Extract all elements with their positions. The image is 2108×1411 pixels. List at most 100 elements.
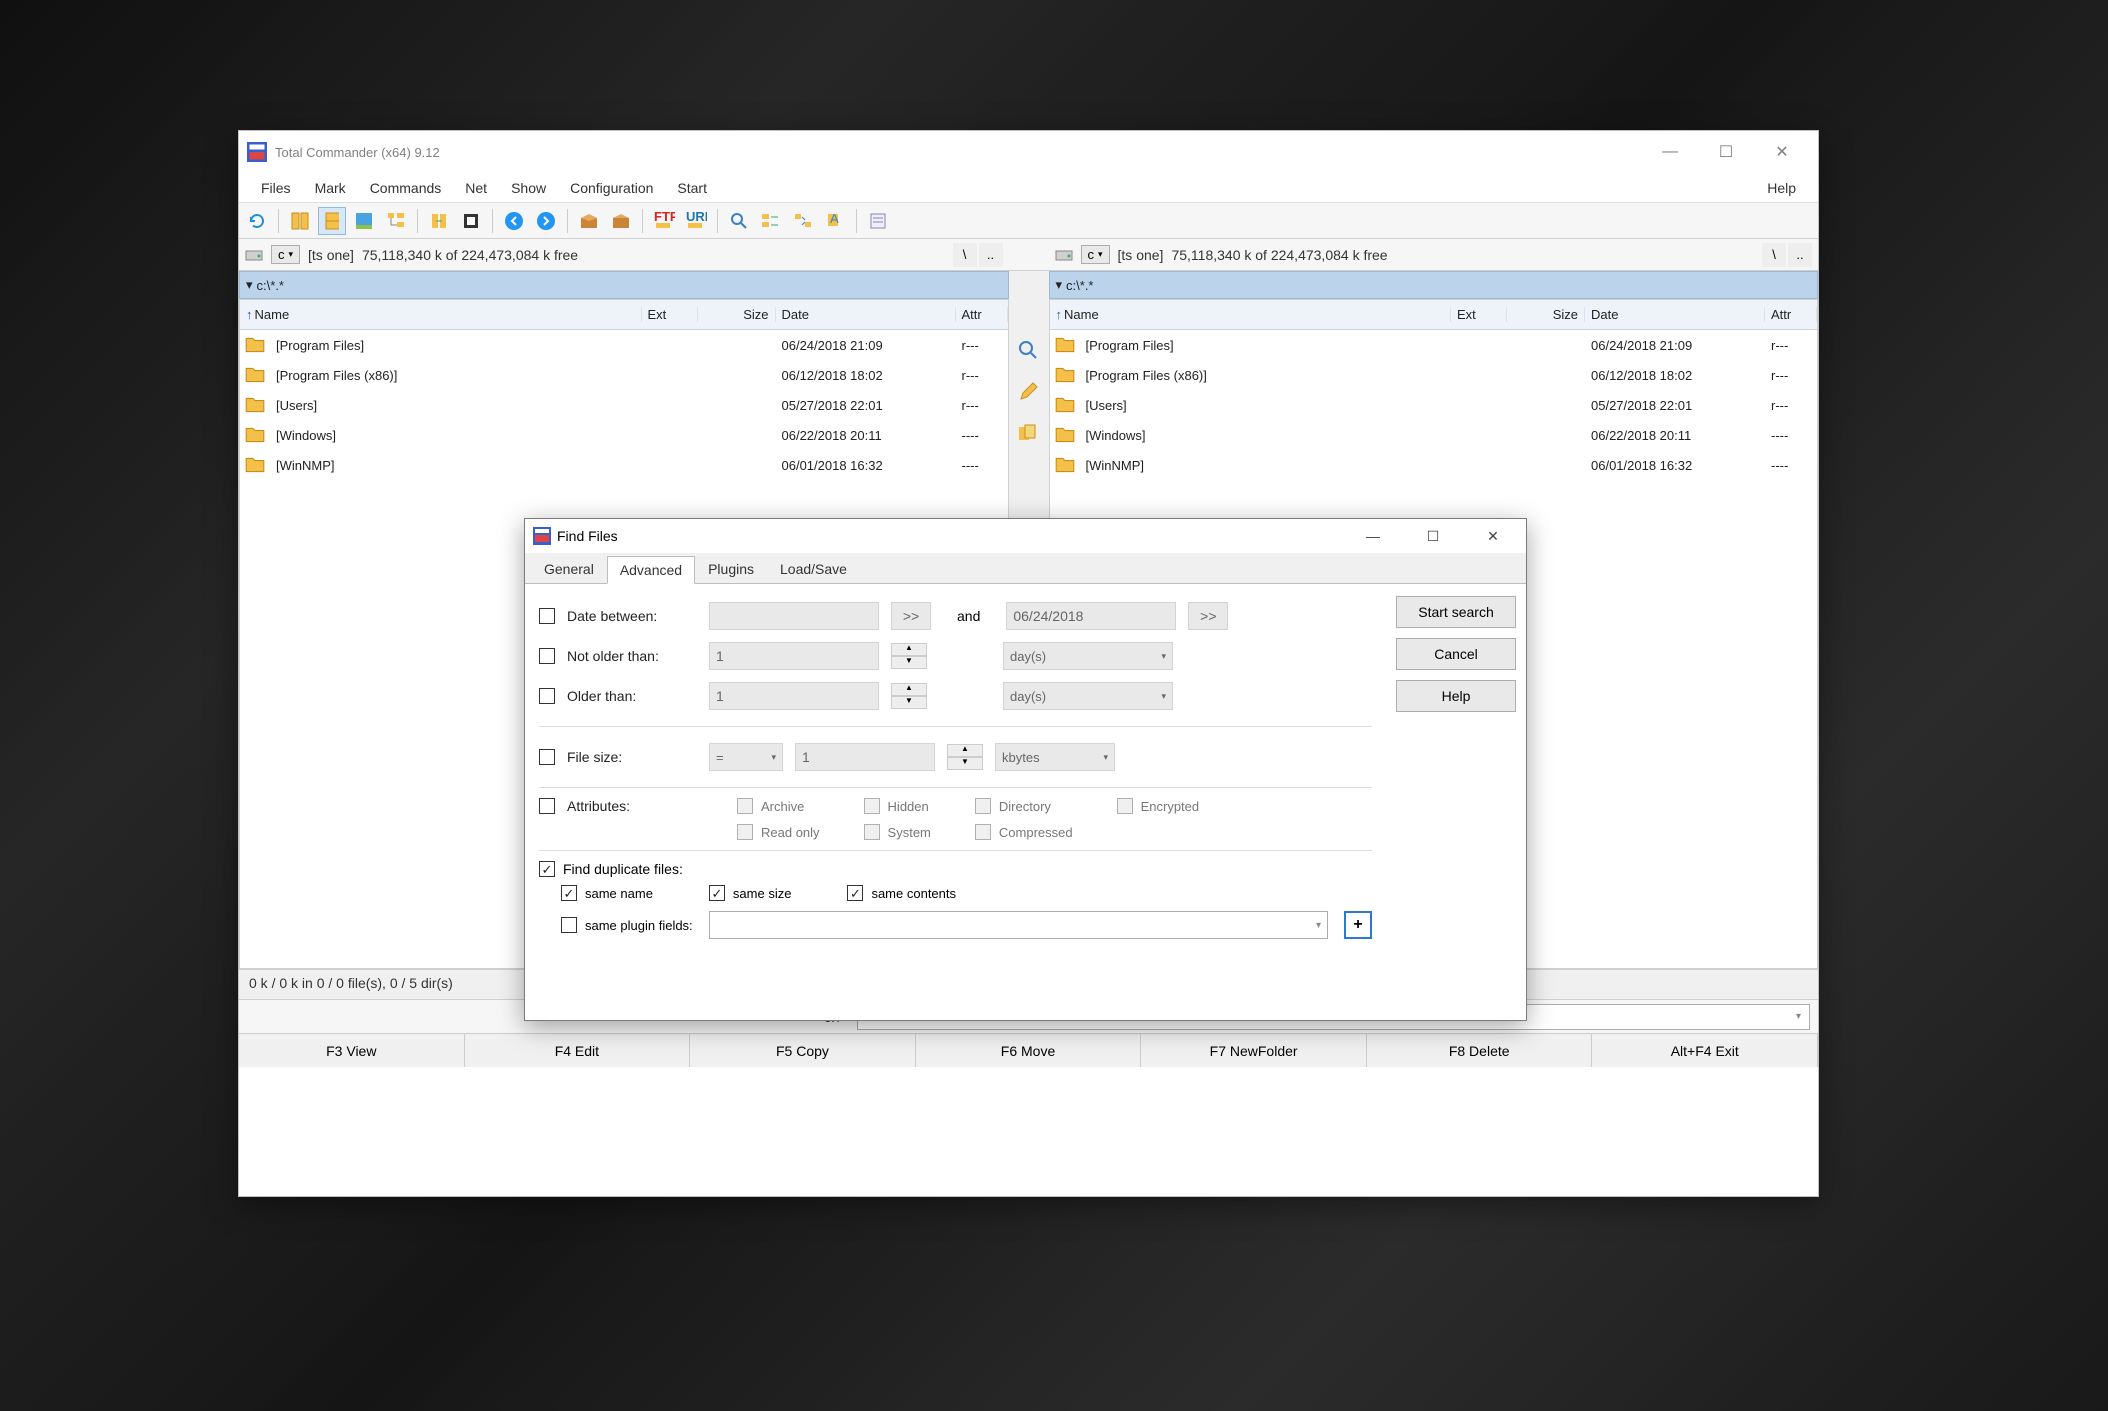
- file-row[interactable]: [Program Files]06/24/2018 21:09r---: [1050, 330, 1818, 360]
- older-spinner[interactable]: ▲▼: [891, 683, 927, 709]
- right-path[interactable]: ▾c:\*.*: [1049, 271, 1819, 299]
- plugin-fields-select[interactable]: ▾: [709, 911, 1328, 939]
- date-from-picker[interactable]: >>: [891, 602, 931, 630]
- file-row[interactable]: [Windows]06/22/2018 20:11----: [1050, 420, 1818, 450]
- same-plugin-check[interactable]: [561, 917, 577, 933]
- view-brief-icon[interactable]: [286, 207, 314, 235]
- invert-icon[interactable]: [457, 207, 485, 235]
- filesize-spinner[interactable]: ▲▼: [947, 744, 983, 770]
- not-older-spinner[interactable]: ▲▼: [891, 643, 927, 669]
- date-between-check[interactable]: [539, 608, 555, 624]
- notepad-icon[interactable]: [864, 207, 892, 235]
- minimize-button[interactable]: —: [1642, 131, 1698, 173]
- cancel-button[interactable]: Cancel: [1396, 638, 1516, 670]
- sync-icon[interactable]: [789, 207, 817, 235]
- file-row[interactable]: [Windows]06/22/2018 20:11----: [240, 420, 1008, 450]
- plugin-add-button[interactable]: +: [1344, 911, 1372, 939]
- drive-select-right[interactable]: c▾: [1081, 245, 1110, 264]
- tab-general[interactable]: General: [531, 555, 607, 583]
- close-button[interactable]: ✕: [1754, 131, 1810, 173]
- file-row[interactable]: [Program Files (x86)]06/12/2018 18:02r--…: [240, 360, 1008, 390]
- filesize-value[interactable]: 1: [795, 743, 935, 771]
- attr-hidden-check[interactable]: [864, 798, 880, 814]
- left-header[interactable]: ↑Name Ext Size Date Attr: [240, 300, 1008, 330]
- older-value[interactable]: 1: [709, 682, 879, 710]
- menu-net[interactable]: Net: [453, 176, 499, 200]
- start-search-button[interactable]: Start search: [1396, 596, 1516, 628]
- not-older-unit[interactable]: day(s)▾: [1003, 642, 1173, 670]
- view-thumbs-icon[interactable]: [350, 207, 378, 235]
- dialog-minimize[interactable]: —: [1358, 521, 1388, 551]
- attributes-check[interactable]: [539, 798, 555, 814]
- drive-select-left[interactable]: c▾: [271, 245, 300, 264]
- attr-compressed-check[interactable]: [975, 824, 991, 840]
- older-check[interactable]: [539, 688, 555, 704]
- attr-readonly-check[interactable]: [737, 824, 753, 840]
- same-name-check[interactable]: [561, 885, 577, 901]
- menu-start[interactable]: Start: [665, 176, 719, 200]
- menu-help[interactable]: Help: [1755, 176, 1808, 200]
- right-header[interactable]: ↑Name Ext Size Date Attr: [1050, 300, 1818, 330]
- same-contents-check[interactable]: [847, 885, 863, 901]
- forward-icon[interactable]: [532, 207, 560, 235]
- file-row[interactable]: [WinNMP]06/01/2018 16:32----: [240, 450, 1008, 480]
- help-button[interactable]: Help: [1396, 680, 1516, 712]
- date-to-input[interactable]: 06/24/2018: [1006, 602, 1176, 630]
- file-row[interactable]: [Program Files (x86)]06/12/2018 18:02r--…: [1050, 360, 1818, 390]
- mid-copy-icon[interactable]: [1017, 423, 1041, 447]
- date-to-picker[interactable]: >>: [1188, 602, 1228, 630]
- file-row[interactable]: [WinNMP]06/01/2018 16:32----: [1050, 450, 1818, 480]
- root-button-left[interactable]: \: [953, 243, 977, 267]
- filesize-unit[interactable]: kbytes▾: [995, 743, 1115, 771]
- copy-names-icon[interactable]: A: [821, 207, 849, 235]
- date-from-input[interactable]: [709, 602, 879, 630]
- not-older-value[interactable]: 1: [709, 642, 879, 670]
- attr-directory-check[interactable]: [975, 798, 991, 814]
- tab-advanced[interactable]: Advanced: [607, 556, 695, 584]
- fkey-delete[interactable]: F8 Delete: [1367, 1034, 1593, 1067]
- root-button-right[interactable]: \: [1762, 243, 1786, 267]
- file-row[interactable]: [Program Files]06/24/2018 21:09r---: [240, 330, 1008, 360]
- tab-plugins[interactable]: Plugins: [695, 555, 767, 583]
- menu-mark[interactable]: Mark: [303, 176, 358, 200]
- older-unit[interactable]: day(s)▾: [1003, 682, 1173, 710]
- search-icon[interactable]: [725, 207, 753, 235]
- same-size-check[interactable]: [709, 885, 725, 901]
- fkey-edit[interactable]: F4 Edit: [465, 1034, 691, 1067]
- filesize-check[interactable]: [539, 749, 555, 765]
- maximize-button[interactable]: ☐: [1698, 131, 1754, 173]
- menu-commands[interactable]: Commands: [358, 176, 454, 200]
- not-older-check[interactable]: [539, 648, 555, 664]
- swap-icon[interactable]: [425, 207, 453, 235]
- filesize-op[interactable]: =▾: [709, 743, 783, 771]
- file-row[interactable]: [Users]05/27/2018 22:01r---: [1050, 390, 1818, 420]
- menu-show[interactable]: Show: [499, 176, 558, 200]
- left-path[interactable]: ▾c:\*.*: [239, 271, 1009, 299]
- mid-edit-icon[interactable]: [1017, 381, 1041, 405]
- pack-icon[interactable]: [575, 207, 603, 235]
- fkey-move[interactable]: F6 Move: [916, 1034, 1142, 1067]
- up-button-right[interactable]: ..: [1788, 243, 1812, 267]
- file-row[interactable]: [Users]05/27/2018 22:01r---: [240, 390, 1008, 420]
- tree-icon[interactable]: [382, 207, 410, 235]
- tab-loadsave[interactable]: Load/Save: [767, 555, 860, 583]
- fkey-view[interactable]: F3 View: [239, 1034, 465, 1067]
- back-icon[interactable]: [500, 207, 528, 235]
- fkey-newfolder[interactable]: F7 NewFolder: [1141, 1034, 1367, 1067]
- mid-search-icon[interactable]: [1017, 339, 1041, 363]
- menu-configuration[interactable]: Configuration: [558, 176, 665, 200]
- reload-icon[interactable]: [243, 207, 271, 235]
- unpack-icon[interactable]: [607, 207, 635, 235]
- view-full-icon[interactable]: [318, 207, 346, 235]
- menu-files[interactable]: Files: [249, 176, 303, 200]
- dialog-maximize[interactable]: ☐: [1418, 521, 1448, 551]
- attr-system-check[interactable]: [864, 824, 880, 840]
- fkey-exit[interactable]: Alt+F4 Exit: [1592, 1034, 1818, 1067]
- up-button-left[interactable]: ..: [979, 243, 1003, 267]
- dialog-close[interactable]: ✕: [1478, 521, 1508, 551]
- duplicates-check[interactable]: [539, 861, 555, 877]
- fkey-copy[interactable]: F5 Copy: [690, 1034, 916, 1067]
- attr-encrypted-check[interactable]: [1117, 798, 1133, 814]
- multirename-icon[interactable]: [757, 207, 785, 235]
- attr-archive-check[interactable]: [737, 798, 753, 814]
